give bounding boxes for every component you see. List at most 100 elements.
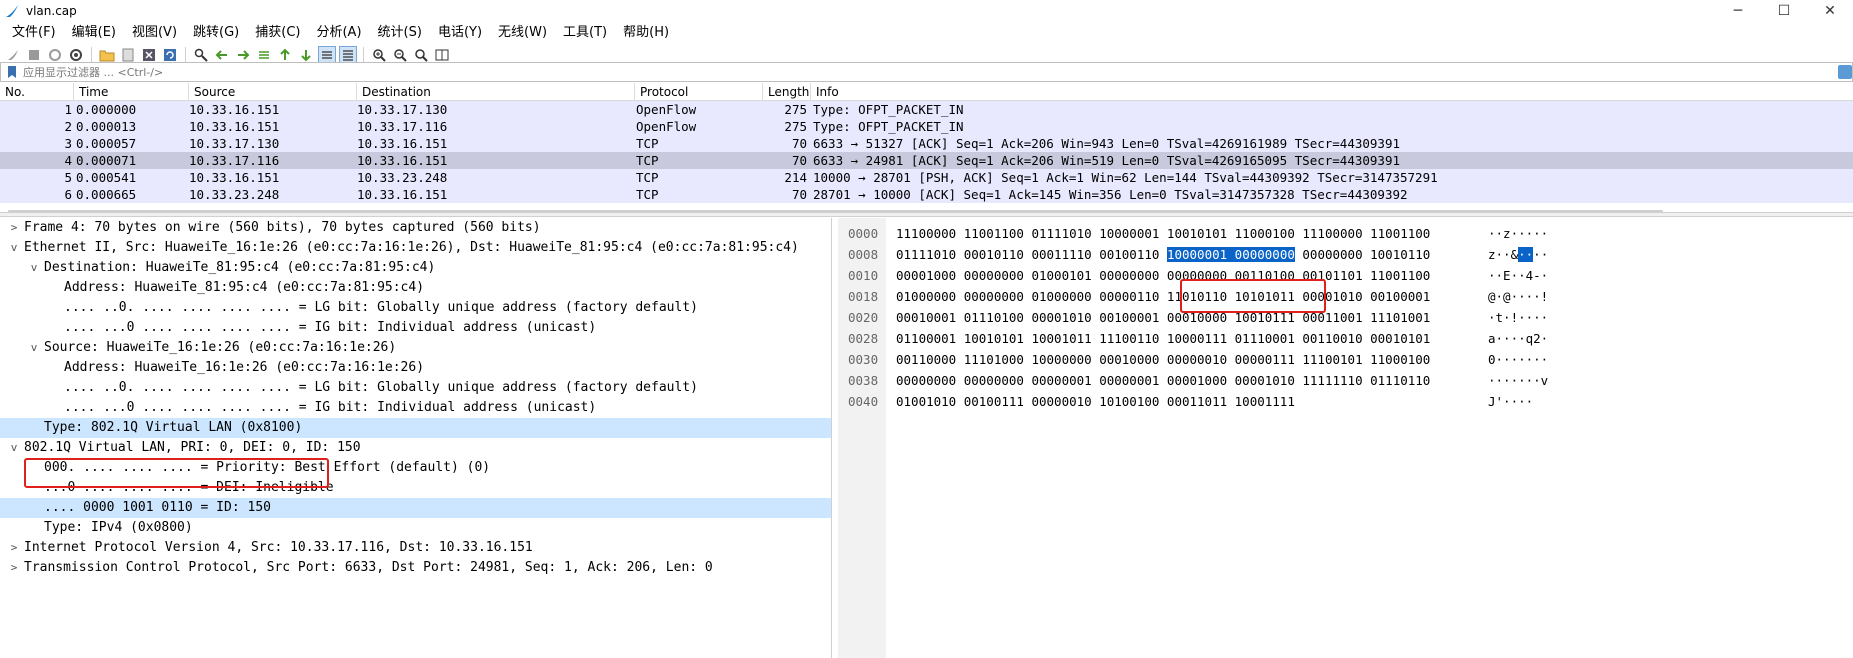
- detail-tree-item[interactable]: > Internet Protocol Version 4, Src: 10.33…: [0, 538, 831, 558]
- menu-edit[interactable]: 编辑(E): [64, 22, 124, 44]
- menu-telephony[interactable]: 电话(Y): [430, 22, 490, 44]
- menu-go[interactable]: 跳转(G): [185, 22, 247, 44]
- detail-tree-item[interactable]: .... 0000 1001 0110 = ID: 150: [0, 498, 831, 518]
- detail-tree-item[interactable]: .... ..0. .... .... .... .... = LG bit: …: [0, 378, 831, 398]
- detail-tree-item[interactable]: .... ..0. .... .... .... .... = LG bit: …: [0, 298, 831, 318]
- menu-analyze[interactable]: 分析(A): [308, 22, 369, 44]
- packet-row[interactable]: 4 0.000071 10.33.17.116 10.33.16.151 TCP 70 66…: [0, 152, 1853, 169]
- restart-capture-icon[interactable]: [46, 46, 64, 64]
- capture-options-icon[interactable]: [67, 46, 85, 64]
- zoom-normal-icon[interactable]: [412, 46, 430, 64]
- close-file-icon[interactable]: [140, 46, 158, 64]
- bytes-row[interactable]: 0030 00110000 11101000 10000000 00010000 …: [838, 349, 1853, 370]
- menu-capture[interactable]: 捕获(C): [247, 22, 308, 44]
- expand-arrow-icon[interactable]: v: [8, 438, 20, 458]
- reload-file-icon[interactable]: [161, 46, 179, 64]
- bytes-row[interactable]: 0028 01100001 10010101 10001011 11100110 …: [838, 328, 1853, 349]
- column-header-protocol[interactable]: Protocol: [635, 83, 763, 101]
- byte-ascii[interactable]: ·t·!····: [1488, 307, 1548, 328]
- packet-row[interactable]: 6 0.000665 10.33.23.248 10.33.16.151 TCP 70 28…: [0, 186, 1853, 203]
- go-to-packet-icon[interactable]: [255, 46, 273, 64]
- minimize-button[interactable]: ─: [1715, 0, 1761, 22]
- byte-bits[interactable]: 00000000 00000000 00000001 00000001 0000…: [896, 370, 1430, 391]
- menu-tools[interactable]: 工具(T): [555, 22, 615, 44]
- zoom-in-icon[interactable]: [370, 46, 388, 64]
- collapse-arrow-icon[interactable]: >: [8, 558, 20, 578]
- menu-help[interactable]: 帮助(H): [615, 22, 677, 44]
- close-button[interactable]: ✕: [1807, 0, 1853, 22]
- find-packet-icon[interactable]: [192, 46, 210, 64]
- byte-bits[interactable]: 01111010 00010110 00011110 00100110 1000…: [896, 244, 1430, 265]
- detail-tree-item[interactable]: v Ethernet II, Src: HuaweiTe_16:1e:26 (e0…: [0, 238, 831, 258]
- bytes-row[interactable]: 0018 01000000 00000000 01000000 00000110 …: [838, 286, 1853, 307]
- go-back-icon[interactable]: [213, 46, 231, 64]
- column-header-no[interactable]: No.: [0, 83, 74, 101]
- zoom-out-icon[interactable]: [391, 46, 409, 64]
- expand-arrow-icon[interactable]: v: [28, 258, 40, 278]
- column-header-source[interactable]: Source: [189, 83, 357, 101]
- display-filter-input[interactable]: 应用显示过滤器 ... <Ctrl-/>: [23, 64, 163, 80]
- bytes-row[interactable]: 0000 11100000 11001100 01111010 10000001 …: [838, 223, 1853, 244]
- collapse-arrow-icon[interactable]: >: [8, 538, 20, 558]
- menu-file[interactable]: 文件(F): [4, 22, 64, 44]
- collapse-arrow-icon[interactable]: >: [8, 218, 20, 238]
- detail-tree-item[interactable]: v Destination: HuaweiTe_81:95:c4 (e0:cc:7…: [0, 258, 831, 278]
- byte-ascii[interactable]: J'····: [1488, 391, 1533, 412]
- byte-ascii[interactable]: z··&····: [1488, 244, 1548, 265]
- bytes-row[interactable]: 0038 00000000 00000000 00000001 00000001 …: [838, 370, 1853, 391]
- pane-splitter[interactable]: [0, 212, 1853, 217]
- maximize-button[interactable]: ☐: [1761, 0, 1807, 22]
- colorize-icon[interactable]: [339, 45, 357, 64]
- go-forward-icon[interactable]: [234, 46, 252, 64]
- display-filter-bar[interactable]: 应用显示过滤器 ... <Ctrl-/>: [0, 62, 1853, 82]
- byte-ascii[interactable]: @·@····!: [1488, 286, 1548, 307]
- byte-ascii[interactable]: ··E··4-·: [1488, 265, 1548, 286]
- bytes-row[interactable]: 0010 00001000 00000000 01000101 00000000 …: [838, 265, 1853, 286]
- detail-tree-item[interactable]: .... ...0 .... .... .... .... = IG bit: …: [0, 318, 831, 338]
- column-header-info[interactable]: Info: [811, 83, 1853, 101]
- autoscroll-icon[interactable]: [318, 45, 336, 64]
- menu-wireless[interactable]: 无线(W): [490, 22, 555, 44]
- byte-bits[interactable]: 01001010 00100111 00000010 10100100 0001…: [896, 391, 1295, 412]
- byte-bits[interactable]: 01100001 10010101 10001011 11100110 1000…: [896, 328, 1430, 349]
- byte-bits[interactable]: 00001000 00000000 01000101 00000000 0000…: [896, 265, 1430, 286]
- save-file-icon[interactable]: [119, 46, 137, 64]
- byte-bits[interactable]: 01000000 00000000 01000000 00000110 1101…: [896, 286, 1430, 307]
- bytes-row[interactable]: 0008 01111010 00010110 00011110 00100110 …: [838, 244, 1853, 265]
- bytes-row[interactable]: 0020 00010001 01110100 00001010 00100001 …: [838, 307, 1853, 328]
- packet-row[interactable]: 3 0.000057 10.33.17.130 10.33.16.151 TCP 70 66…: [0, 135, 1853, 152]
- go-first-icon[interactable]: [276, 46, 294, 64]
- start-capture-icon[interactable]: [4, 46, 22, 64]
- byte-ascii[interactable]: ·······v: [1488, 370, 1548, 391]
- packet-row[interactable]: 5 0.000541 10.33.16.151 10.33.23.248 TCP 214 1…: [0, 169, 1853, 186]
- column-header-length[interactable]: Length: [763, 83, 811, 101]
- bookmark-icon[interactable]: [5, 65, 19, 79]
- byte-bits[interactable]: 11100000 11001100 01111010 10000001 1001…: [896, 223, 1430, 244]
- detail-tree-item[interactable]: v Source: HuaweiTe_16:1e:26 (e0:cc:7a:16:…: [0, 338, 831, 358]
- resize-columns-icon[interactable]: [433, 46, 451, 64]
- bytes-row[interactable]: 0040 01001010 00100111 00000010 10100100 …: [838, 391, 1853, 412]
- open-folder-icon[interactable]: [98, 46, 116, 64]
- byte-bits[interactable]: 00010001 01110100 00001010 00100001 0001…: [896, 307, 1430, 328]
- packet-row[interactable]: 1 0.000000 10.33.16.151 10.33.17.130 OpenFlo…: [0, 101, 1853, 118]
- byte-ascii[interactable]: 0·······: [1488, 349, 1548, 370]
- column-header-destination[interactable]: Destination: [357, 83, 635, 101]
- detail-tree-item[interactable]: Address: HuaweiTe_81:95:c4 (e0:cc:7a:81:…: [0, 278, 831, 298]
- apply-filter-icon[interactable]: [1838, 65, 1852, 79]
- detail-tree-item[interactable]: Address: HuaweiTe_16:1e:26 (e0:cc:7a:16:…: [0, 358, 831, 378]
- detail-tree-item[interactable]: > Frame 4: 70 bytes on wire (560 bits), 7…: [0, 218, 831, 238]
- detail-tree-item[interactable]: v 802.1Q Virtual LAN, PRI: 0, DEI: 0, ID:…: [0, 438, 831, 458]
- menu-statistics[interactable]: 统计(S): [370, 22, 430, 44]
- expand-arrow-icon[interactable]: v: [28, 338, 40, 358]
- column-header-time[interactable]: Time: [74, 83, 189, 101]
- byte-ascii[interactable]: ··z·····: [1488, 223, 1548, 244]
- packet-row[interactable]: 2 0.000013 10.33.16.151 10.33.17.116 OpenFlo…: [0, 118, 1853, 135]
- byte-ascii[interactable]: a····q2·: [1488, 328, 1548, 349]
- byte-bits[interactable]: 00110000 11101000 10000000 00010000 0000…: [896, 349, 1430, 370]
- detail-tree-item[interactable]: > Transmission Control Protocol, Src Port…: [0, 558, 831, 578]
- detail-tree-item[interactable]: .... ...0 .... .... .... .... = IG bit: …: [0, 398, 831, 418]
- stop-capture-icon[interactable]: [25, 46, 43, 64]
- expand-arrow-icon[interactable]: v: [8, 238, 20, 258]
- go-last-icon[interactable]: [297, 46, 315, 64]
- menu-view[interactable]: 视图(V): [124, 22, 185, 44]
